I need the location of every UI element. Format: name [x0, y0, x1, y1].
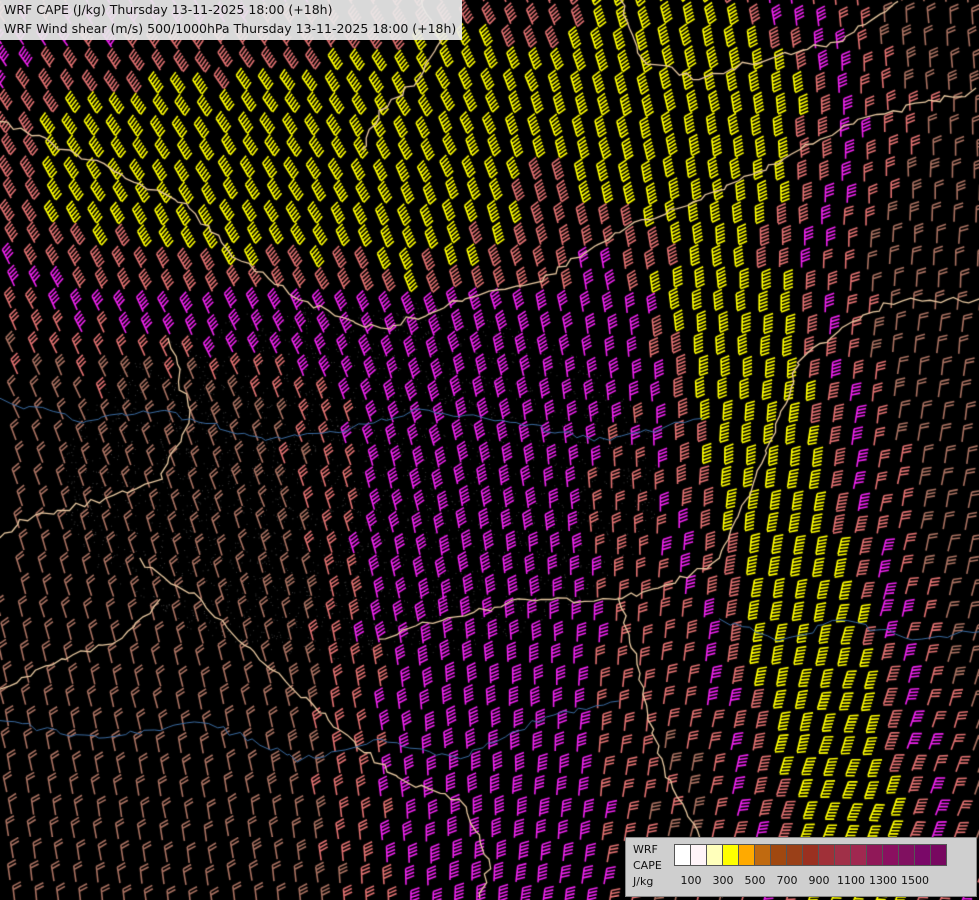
legend-swatch: [754, 844, 771, 866]
title-line-cape: WRF CAPE (J/kg) Thursday 13-11-2025 18:0…: [4, 2, 333, 17]
legend-swatch: [818, 844, 835, 866]
legend-swatch: [850, 844, 867, 866]
legend-tick-label: 500: [744, 874, 766, 887]
legend-swatch: [690, 844, 707, 866]
legend-swatch: [930, 844, 947, 866]
legend-label-unit: J/kg: [633, 875, 654, 888]
legend-color-scale: [674, 844, 947, 866]
legend-tick-labels: 100 300 500 700 900 1100 1300 1500: [674, 875, 974, 889]
legend-swatch: [738, 844, 755, 866]
legend-swatch: [706, 844, 723, 866]
legend-tick-label: 1500: [901, 874, 929, 887]
legend-label-cape: CAPE: [633, 859, 662, 872]
legend-tick-label: 300: [712, 874, 734, 887]
legend-label-wrf: WRF: [633, 843, 658, 856]
legend-swatch: [786, 844, 803, 866]
legend-tick-label: 700: [776, 874, 798, 887]
legend-swatch: [898, 844, 915, 866]
legend-swatch: [914, 844, 931, 866]
legend-swatch: [866, 844, 883, 866]
wind-shear-map: [0, 0, 979, 900]
legend-swatch: [834, 844, 851, 866]
legend-swatch: [722, 844, 739, 866]
legend-tick-label: 1300: [869, 874, 897, 887]
legend-swatch: [770, 844, 787, 866]
legend-tick-label: 100: [680, 874, 702, 887]
cape-legend: WRF CAPE J/kg 100 300 500 700 900 1100 1300 150…: [625, 837, 977, 897]
legend-swatch: [674, 844, 691, 866]
legend-swatch: [802, 844, 819, 866]
title-line-wind-shear: WRF Wind shear (m/s) 500/1000hPa Thursda…: [4, 21, 457, 36]
legend-tick-label: 900: [808, 874, 830, 887]
legend-tick-label: 1100: [837, 874, 865, 887]
map-title: WRF CAPE (J/kg) Thursday 13-11-2025 18:0…: [0, 0, 463, 40]
legend-swatch: [882, 844, 899, 866]
